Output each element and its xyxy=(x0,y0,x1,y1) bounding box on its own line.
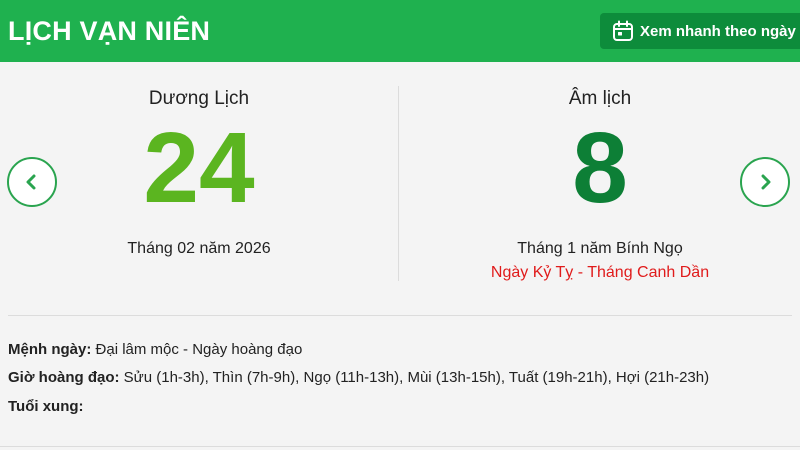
chevron-right-icon xyxy=(761,174,771,190)
calendar-icon xyxy=(612,20,634,42)
solar-title: Dương Lịch xyxy=(148,88,250,109)
header-bar: LỊCH VẠN NIÊN Xem nhanh theo ngày xyxy=(0,0,800,62)
menh-ngay-value: Đại lâm mộc - Ngày hoàng đạo xyxy=(95,341,303,358)
gio-hoang-dao-label: Giờ hoàng đạo: xyxy=(8,369,120,386)
menh-ngay-label: Mệnh ngày: xyxy=(8,341,92,358)
lunar-day-number: 8 xyxy=(572,112,628,224)
gio-hoang-dao-value: Sửu (1h-3h), Thìn (7h-9h), Ngọ (11h-13h)… xyxy=(123,369,710,386)
quick-view-by-date-button[interactable]: Xem nhanh theo ngày xyxy=(600,13,800,49)
tuoi-xung-label: Tuổi xung: xyxy=(8,398,84,415)
next-day-button[interactable] xyxy=(740,157,790,207)
solar-month-year: Tháng 02 năm 2026 xyxy=(127,240,271,257)
solar-day-number: 24 xyxy=(143,112,255,224)
section-divider xyxy=(8,315,792,316)
lunar-title: Âm lịch xyxy=(568,88,632,109)
lunar-month-year: Tháng 1 năm Bính Ngọ xyxy=(517,240,683,257)
bottom-divider xyxy=(0,446,800,447)
column-divider xyxy=(398,86,399,281)
site-title[interactable]: LỊCH VẠN NIÊN xyxy=(8,16,210,47)
quick-view-label: Xem nhanh theo ngày xyxy=(640,22,796,40)
lunar-can-chi: Ngày Kỷ Tỵ - Tháng Canh Dần xyxy=(490,264,710,281)
gio-hoang-dao-row: Giờ hoàng đạo: Sửu (1h-3h), Thìn (7h-9h)… xyxy=(8,369,709,386)
menh-ngay-row: Mệnh ngày: Đại lâm mộc - Ngày hoàng đạo xyxy=(8,341,302,358)
tuoi-xung-row: Tuổi xung: xyxy=(8,398,84,415)
